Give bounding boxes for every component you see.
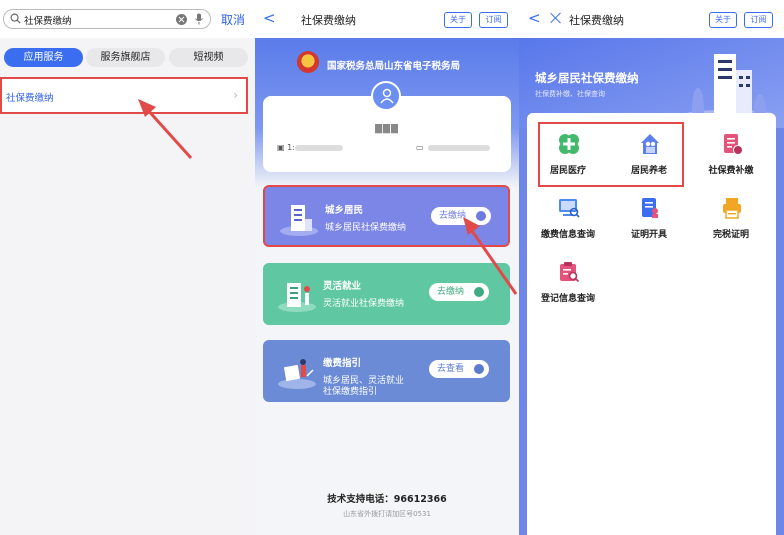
grid-item-label: 社保费补缴 xyxy=(708,166,754,176)
search-bar: 社保费缴纳 取消 xyxy=(0,0,255,38)
user-id-label: ▣ 1: xyxy=(277,143,295,152)
search-query-text: 社保费缴纳 xyxy=(24,16,72,27)
search-result-item[interactable]: 社保费缴纳 › xyxy=(0,77,248,114)
grid-item-label: 缴费信息查询 xyxy=(540,230,595,240)
grid-item-payment-query[interactable]: 缴费信息查询 xyxy=(528,195,608,249)
grid-item-label: 完税证明 xyxy=(712,230,749,240)
tab-service-flagship[interactable]: 服务旗舰店 xyxy=(86,48,165,67)
support-note: 山东省外拨打请加区号0531 xyxy=(343,510,431,518)
search-icon xyxy=(10,13,21,24)
pay-button[interactable]: 去缴纳 xyxy=(431,207,491,225)
tab-app-services[interactable]: 应用服务 xyxy=(4,48,83,67)
document-pay-icon xyxy=(724,134,743,155)
grid-item-certificate-issue[interactable]: 证明开具 xyxy=(609,195,689,249)
search-panel: 社保费缴纳 取消 应用服务 服务旗舰店 短视频 社保费缴纳 › xyxy=(0,0,255,535)
hero-title: 国家税务总局山东省电子税务局 xyxy=(327,61,461,72)
search-result-label: 社保费缴纳 xyxy=(6,93,54,104)
highlight-box xyxy=(538,122,684,187)
service-card-guide[interactable]: 缴费指引 城乡居民、灵活就业 社保缴费指引 去查看 xyxy=(263,340,510,402)
support-phone: 技术支持电话：96612366 xyxy=(327,494,447,505)
microphone-icon[interactable] xyxy=(194,13,204,25)
screen-search-icon xyxy=(559,199,580,218)
back-button[interactable]: < xyxy=(528,9,541,27)
grid-item-label: 登记信息查询 xyxy=(540,294,595,304)
service-desc: 城乡居民社保费缴纳 xyxy=(325,223,407,233)
search-input[interactable]: 社保费缴纳 xyxy=(3,9,211,29)
subscribe-button[interactable]: 订阅 xyxy=(744,12,773,28)
grid-item-tax-certificate[interactable]: 完税证明 xyxy=(691,195,771,249)
cancel-button[interactable]: 取消 xyxy=(221,11,245,28)
nav-bar: < 社保费缴纳 关于 订阅 xyxy=(519,0,784,38)
printer-icon xyxy=(723,198,741,219)
grid-item-label: 证明开具 xyxy=(630,230,667,240)
page-title: 社保费缴纳 xyxy=(569,14,624,27)
page-title: 社保费缴纳 xyxy=(301,14,356,27)
avatar[interactable] xyxy=(371,81,401,111)
national-emblem-icon xyxy=(297,51,319,73)
building-icon xyxy=(278,283,316,312)
registration-search-icon xyxy=(560,262,580,283)
building-icon xyxy=(280,205,318,236)
clear-icon[interactable] xyxy=(176,14,187,25)
chevron-right-icon: › xyxy=(233,88,238,102)
user-name: ▇▇▇ xyxy=(375,124,399,134)
search-tabs: 应用服务 服务旗舰店 短视频 xyxy=(0,40,255,74)
arrow-circle-icon xyxy=(476,211,486,221)
service-title: 缴费指引 xyxy=(323,358,362,369)
hero-title: 城乡居民社保费缴纳 xyxy=(535,71,639,85)
about-button[interactable]: 关于 xyxy=(709,12,737,28)
arrow-circle-icon xyxy=(474,287,484,297)
id-card-icon: ▣ xyxy=(277,143,288,152)
building-illustration-icon xyxy=(685,54,773,118)
grid-item-back-payment[interactable]: 社保费补缴 xyxy=(691,131,771,185)
back-button[interactable]: < xyxy=(263,9,276,27)
service-title: 城乡居民 xyxy=(325,205,364,216)
pay-button[interactable]: 去缴纳 xyxy=(429,283,489,301)
nav-bar: < 社保费缴纳 关于 订阅 xyxy=(255,0,519,38)
close-icon[interactable] xyxy=(550,12,562,24)
service-card-flexible[interactable]: 灵活就业 灵活就业社保费缴纳 去缴纳 xyxy=(263,263,510,325)
masked-phone xyxy=(428,145,490,151)
hero-subtitle: 社保费补缴、社保查询 xyxy=(535,90,605,98)
service-desc: 灵活就业社保费缴纳 xyxy=(323,299,405,309)
tab-short-video[interactable]: 短视频 xyxy=(169,48,248,67)
view-button[interactable]: 去查看 xyxy=(429,360,489,378)
tax-bureau-panel: < 社保费缴纳 关于 订阅 国家税务总局山东省电子税务局 ▇▇▇ ▣ 1: ▭ … xyxy=(255,0,519,535)
service-card-urban-rural[interactable]: 城乡居民 城乡居民社保费缴纳 去缴纳 xyxy=(263,185,510,247)
about-button[interactable]: 关于 xyxy=(444,12,472,28)
masked-id xyxy=(295,145,343,151)
arrow-circle-icon xyxy=(474,364,484,374)
user-icon xyxy=(380,88,394,104)
phone-icon: ▭ xyxy=(416,143,424,152)
urban-rural-panel: < 社保费缴纳 关于 订阅 城乡居民社保费缴纳 社保费补缴、社保查询 居民医疗 … xyxy=(519,0,784,535)
service-title: 灵活就业 xyxy=(323,281,362,292)
grid-item-registration-query[interactable]: 登记信息查询 xyxy=(528,259,608,313)
certificate-icon xyxy=(642,198,658,218)
guide-person-icon xyxy=(278,359,316,389)
subscribe-button[interactable]: 订阅 xyxy=(479,12,508,28)
service-desc-line2: 社保缴费指引 xyxy=(323,387,378,397)
